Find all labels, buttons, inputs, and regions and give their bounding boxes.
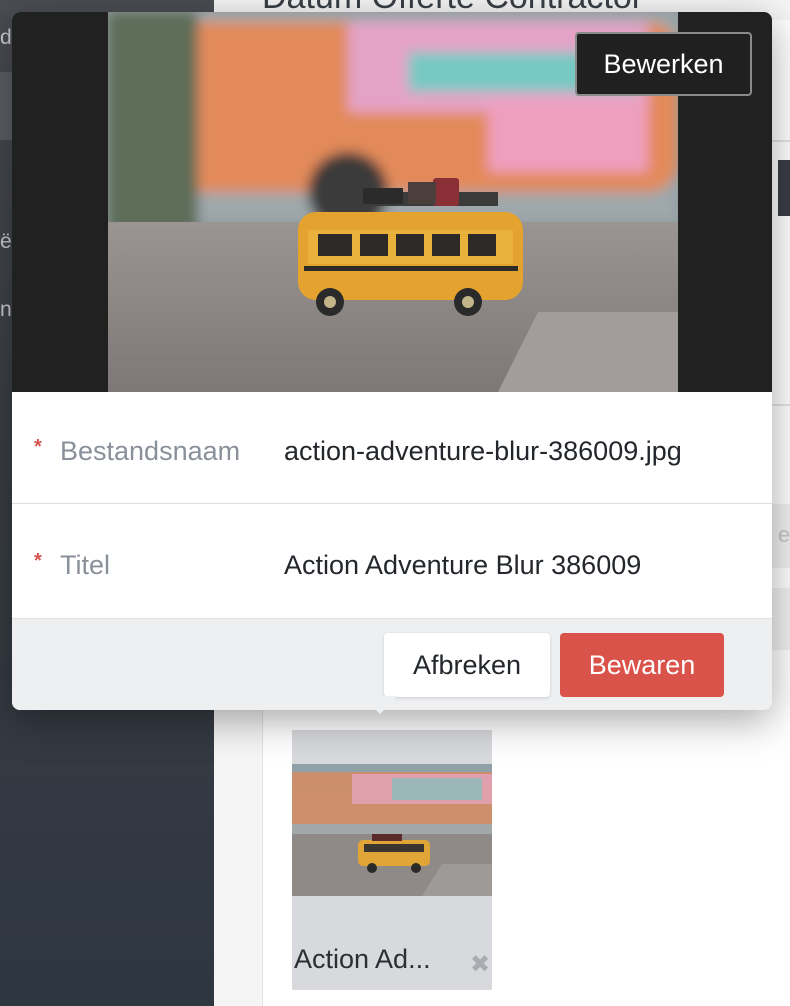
sidebar-active-item[interactable] <box>0 72 12 140</box>
thumbnail-image[interactable] <box>292 764 492 896</box>
divider <box>772 404 790 406</box>
save-button[interactable]: Bewaren <box>560 633 724 697</box>
image-thumbnail-card[interactable]: Action Ad... ✖ <box>292 730 492 990</box>
background-button-edge[interactable] <box>778 160 790 216</box>
edit-button[interactable]: Bewerken <box>575 32 752 96</box>
filename-input[interactable] <box>284 436 724 467</box>
close-icon[interactable]: ✖ <box>470 950 490 979</box>
background-input-edge[interactable] <box>772 588 790 650</box>
sidebar-item-label[interactable]: n <box>0 298 12 322</box>
required-indicator: * <box>34 436 42 458</box>
divider <box>772 140 790 142</box>
title-input[interactable] <box>284 550 724 581</box>
image-edit-popover: Bewerken * Bestandsnaam * Titel Afbreken… <box>12 12 772 710</box>
popover-arrow <box>362 696 398 714</box>
filename-label: Bestandsnaam <box>60 436 241 466</box>
required-indicator: * <box>34 550 42 572</box>
field-row-filename: * Bestandsnaam <box>12 392 772 504</box>
background-field-fragment: e <box>778 522 790 547</box>
thumbnail-title: Action Ad... <box>294 944 431 974</box>
sidebar-item-label[interactable]: d <box>0 26 12 50</box>
sidebar-item-label[interactable]: ë <box>0 230 12 254</box>
image-preview: Bewerken <box>12 12 772 392</box>
title-label: Titel <box>60 550 111 580</box>
field-row-title: * Titel <box>12 506 772 618</box>
cancel-button[interactable]: Afbreken <box>384 633 550 697</box>
